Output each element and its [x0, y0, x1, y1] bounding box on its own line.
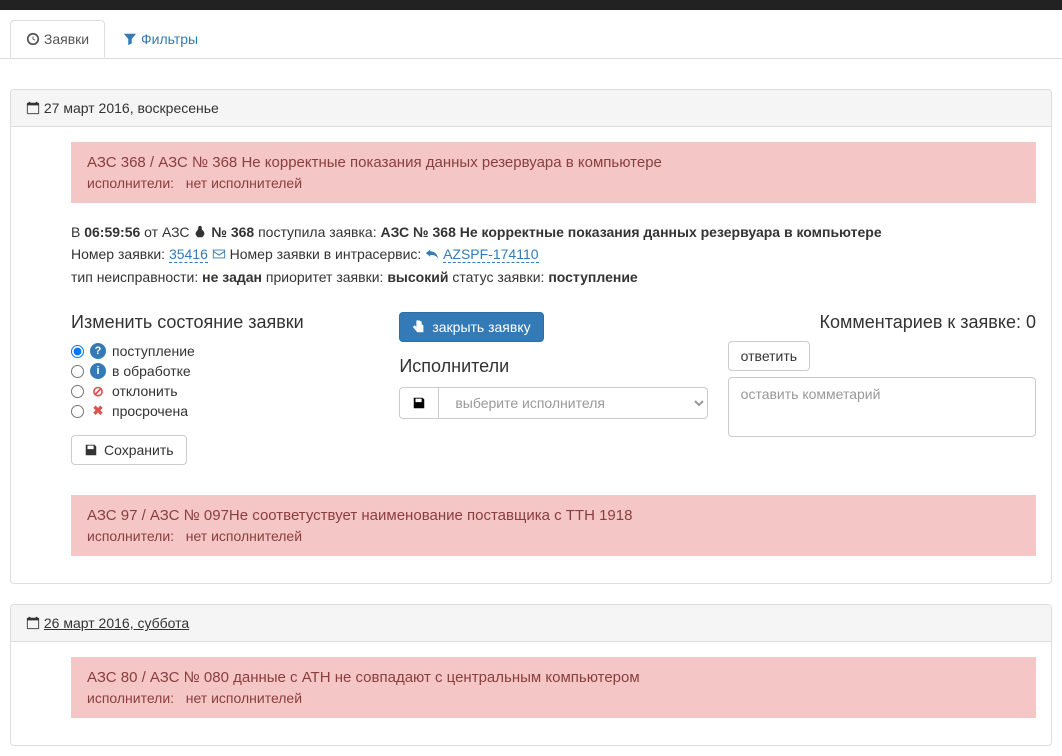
tab-requests[interactable]: Заявки	[10, 20, 105, 58]
intraservice-link[interactable]: AZSPF-174110	[443, 246, 538, 263]
state-option-reject[interactable]: ⊘ отклонить	[71, 383, 379, 399]
state-option-incoming[interactable]: ? поступление	[71, 343, 379, 359]
comment-input[interactable]: оставить комметарий	[728, 377, 1036, 437]
filter-icon	[123, 32, 137, 46]
ticket-title: АЗС 80 / АЗС № 080 данные с АТН не совпа…	[87, 669, 1020, 686]
info-icon: i	[90, 363, 106, 379]
comments-header: Комментариев к заявке: 0	[728, 312, 1036, 333]
ticket-header[interactable]: АЗС 97 / АЗС № 097Не соответуствует наим…	[71, 495, 1036, 556]
save-icon	[412, 396, 426, 410]
executor-select[interactable]: выберите исполнителя	[439, 387, 707, 419]
ticket-details: В 06:59:56 от АЗС № 368 поступила заявка…	[71, 215, 1036, 300]
state-option-processing[interactable]: i в обработке	[71, 363, 379, 379]
state-title: Изменить состояние заявки	[71, 312, 379, 333]
linux-icon	[193, 225, 207, 239]
day-date-link[interactable]: 26 март 2016, суббота	[44, 615, 189, 631]
x-icon: ✖	[90, 403, 106, 419]
clock-icon	[26, 32, 40, 46]
save-button[interactable]: Сохранить	[71, 435, 187, 465]
ticket-header[interactable]: АЗС 368 / АЗС № 368 Не корректные показа…	[71, 142, 1036, 203]
ban-icon: ⊘	[90, 383, 106, 399]
reply-icon	[425, 247, 439, 261]
tab-filters-label: Фильтры	[141, 31, 198, 47]
ticket-subject: АЗС № 368 Не корректные показания данных…	[380, 224, 881, 240]
tab-filters[interactable]: Фильтры	[107, 20, 214, 58]
info-icon: ?	[90, 343, 106, 359]
executors-title: Исполнители	[399, 356, 707, 377]
day-date-text: 27 март 2016, воскресенье	[44, 100, 219, 116]
ticket-executors-line: исполнители: нет исполнителей	[87, 175, 1020, 191]
hand-icon	[412, 320, 426, 334]
day-date-text: 26 март 2016, суббота	[44, 615, 189, 631]
calendar-icon	[26, 616, 40, 630]
reply-button[interactable]: ответить	[728, 341, 810, 371]
calendar-icon	[26, 101, 40, 115]
ticket-time: 06:59:56	[84, 224, 140, 240]
day-date-link[interactable]: 27 март 2016, воскресенье	[44, 100, 219, 116]
envelope-icon[interactable]	[212, 247, 226, 261]
top-bar	[0, 0, 1062, 10]
tabs-row: Заявки Фильтры	[0, 10, 1062, 59]
day-heading: 26 март 2016, суббота	[11, 605, 1051, 642]
ticket-title: АЗС 97 / АЗС № 097Не соответуствует наим…	[87, 507, 1020, 524]
ticket-executors-line: исполнители: нет исполнителей	[87, 528, 1020, 544]
save-executor-button[interactable]	[399, 387, 439, 419]
tab-requests-label: Заявки	[44, 31, 89, 47]
ticket-header[interactable]: АЗС 80 / АЗС № 080 данные с АТН не совпа…	[71, 657, 1036, 718]
nav-tabs: Заявки Фильтры	[10, 20, 1052, 58]
day-heading: 27 март 2016, воскресенье	[11, 90, 1051, 127]
day-panel: 26 март 2016, суббота АЗС 80 / АЗС № 080…	[10, 604, 1052, 746]
ticket-executors-line: исполнители: нет исполнителей	[87, 690, 1020, 706]
save-icon	[84, 443, 98, 457]
ticket-title: АЗС 368 / АЗС № 368 Не корректные показа…	[87, 154, 1020, 171]
ticket-number-link[interactable]: 35416	[169, 246, 208, 263]
state-option-overdue[interactable]: ✖ просрочена	[71, 403, 379, 419]
close-ticket-button[interactable]: закрыть заявку	[399, 312, 543, 342]
day-panel: 27 март 2016, воскресенье АЗС 368 / АЗС …	[10, 89, 1052, 584]
